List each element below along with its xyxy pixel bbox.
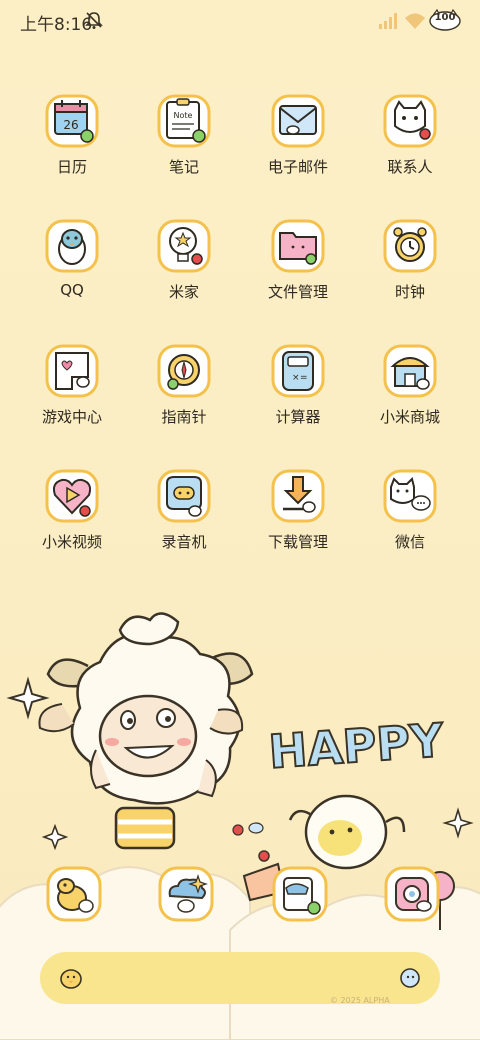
dock-book-icon[interactable] bbox=[272, 866, 328, 922]
app-label: 米家 bbox=[168, 283, 199, 301]
battery-level: 100 bbox=[434, 12, 456, 23]
app-label: 下载管理 bbox=[267, 533, 328, 551]
recorder-icon bbox=[157, 469, 211, 523]
app-mijia[interactable]: 米家 bbox=[129, 219, 239, 329]
calendar-date: 26 bbox=[63, 118, 78, 132]
app-label: 时钟 bbox=[394, 283, 425, 301]
status-bar: 上午8:16 100 bbox=[0, 0, 480, 40]
mail-icon bbox=[271, 94, 325, 148]
calculator-icon: × = bbox=[271, 344, 325, 398]
wifi-icon bbox=[405, 13, 425, 29]
app-compass[interactable]: 指南针 bbox=[129, 344, 239, 454]
folder-icon bbox=[271, 219, 325, 273]
app-label: 笔记 bbox=[168, 158, 199, 176]
watermark-text: © 2025 ALPHA bbox=[330, 996, 390, 1005]
contacts-icon bbox=[383, 94, 437, 148]
wechat-cat-icon bbox=[383, 469, 437, 523]
home-screen: 上午8:16 100 26 日历 Note 笔记 电子邮件 联系人 QQ 米家 … bbox=[0, 0, 480, 1040]
app-label: 联系人 bbox=[387, 158, 433, 176]
app-label: 录音机 bbox=[161, 533, 207, 551]
app-label: 游戏中心 bbox=[41, 408, 102, 426]
app-label: QQ bbox=[60, 281, 84, 299]
battery-indicator: 100 bbox=[428, 8, 462, 31]
app-email[interactable]: 电子邮件 bbox=[243, 94, 353, 204]
clock-icon bbox=[383, 219, 437, 273]
app-label: 小米商城 bbox=[379, 408, 440, 426]
app-wechat[interactable]: 微信 bbox=[355, 469, 465, 579]
app-label: 日历 bbox=[56, 158, 87, 176]
app-label: 文件管理 bbox=[267, 283, 328, 301]
app-recorder[interactable]: 录音机 bbox=[129, 469, 239, 579]
voice-bubble-icon[interactable] bbox=[398, 966, 422, 990]
store-icon bbox=[383, 344, 437, 398]
notes-title: Note bbox=[174, 111, 193, 120]
dock-cloud-icon[interactable] bbox=[158, 866, 214, 922]
app-calculator[interactable]: × = 计算器 bbox=[243, 344, 353, 454]
app-label: 电子邮件 bbox=[267, 158, 328, 176]
happy-text: HAPPY bbox=[267, 713, 446, 779]
video-play-icon bbox=[45, 469, 99, 523]
app-mi-video[interactable]: 小米视频 bbox=[17, 469, 127, 579]
app-clock[interactable]: 时钟 bbox=[355, 219, 465, 329]
compass-icon bbox=[157, 344, 211, 398]
app-files[interactable]: 文件管理 bbox=[243, 219, 353, 329]
chick-search-icon[interactable] bbox=[58, 966, 84, 990]
notes-icon: Note bbox=[157, 94, 211, 148]
app-label: 微信 bbox=[394, 533, 425, 551]
dock-chick-icon[interactable] bbox=[46, 866, 102, 922]
app-mi-store[interactable]: 小米商城 bbox=[355, 344, 465, 454]
mute-bell-icon bbox=[85, 12, 103, 29]
app-contacts[interactable]: 联系人 bbox=[355, 94, 465, 204]
app-label: 计算器 bbox=[275, 408, 321, 426]
calendar-icon: 26 bbox=[45, 94, 99, 148]
download-icon bbox=[271, 469, 325, 523]
qq-penguin-icon bbox=[45, 219, 99, 273]
svg-text:×: × bbox=[292, 373, 300, 383]
mijia-bulb-icon bbox=[157, 219, 211, 273]
app-qq[interactable]: QQ bbox=[17, 219, 127, 329]
app-notes[interactable]: Note 笔记 bbox=[129, 94, 239, 204]
app-downloads[interactable]: 下载管理 bbox=[243, 469, 353, 579]
app-calendar[interactable]: 26 日历 bbox=[17, 94, 127, 204]
status-time: 上午8:16 bbox=[20, 15, 93, 35]
dock-camera-icon[interactable] bbox=[384, 866, 440, 922]
game-center-icon bbox=[45, 344, 99, 398]
svg-text:=: = bbox=[300, 373, 308, 383]
signal-icon bbox=[379, 13, 397, 29]
app-game-center[interactable]: 游戏中心 bbox=[17, 344, 127, 454]
app-label: 指南针 bbox=[161, 408, 207, 426]
app-label: 小米视频 bbox=[41, 533, 102, 551]
